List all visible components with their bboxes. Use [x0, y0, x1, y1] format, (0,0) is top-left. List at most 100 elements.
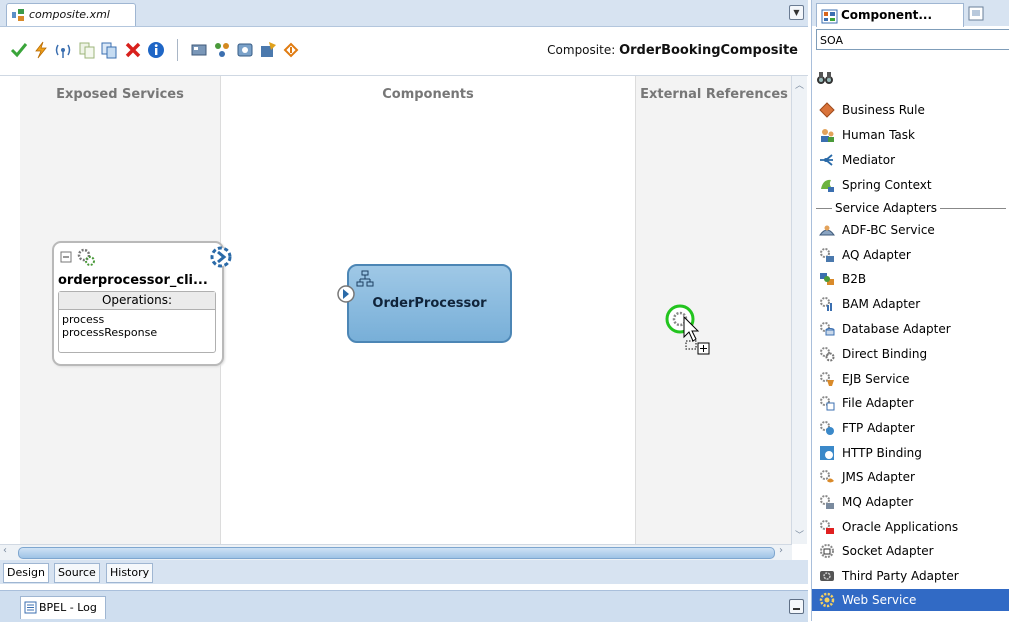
palette-item-label: ADF-BC Service: [842, 223, 935, 237]
info-icon[interactable]: [147, 41, 165, 59]
paste-doc-icon[interactable]: [100, 41, 118, 59]
b2b-icon: [820, 273, 834, 285]
external-references-title: External References: [640, 87, 788, 102]
toolbar-separator: [177, 39, 178, 61]
horizontal-scroll-thumb[interactable]: [18, 547, 775, 559]
palette-item-b2b[interactable]: B2B: [812, 268, 1009, 290]
palette-item-third-party-adapter[interactable]: Third Party Adapter: [812, 565, 1009, 587]
web-service-icon: [819, 592, 835, 608]
component-service-port-icon[interactable]: [336, 284, 356, 304]
composite-file-icon: [12, 9, 24, 21]
operation-item[interactable]: process: [62, 313, 104, 326]
socket-adapter-icon: [820, 544, 834, 558]
mediator-icon: [820, 154, 833, 166]
palette-item-label: Web Service: [842, 593, 917, 607]
palette-item-label: Socket Adapter: [842, 544, 934, 558]
editor-view-tabs: Design Source History: [0, 560, 808, 584]
palette-item-bam-adapter[interactable]: BAM Adapter: [812, 293, 1009, 315]
http-binding-icon: [820, 446, 834, 460]
collapse-icon[interactable]: [60, 251, 72, 263]
palette-item-label: B2B: [842, 272, 867, 286]
scroll-left-icon[interactable]: ‹: [3, 545, 7, 556]
tab-source[interactable]: Source: [54, 563, 100, 583]
palette-item-aq-adapter[interactable]: AQ Adapter: [812, 244, 1009, 266]
palette-item-mq-adapter[interactable]: MQ Adapter: [812, 491, 1009, 513]
palette-item-label: File Adapter: [842, 396, 914, 410]
palette-item-human-task[interactable]: Human Task: [812, 124, 1009, 146]
tool-2-icon[interactable]: [213, 41, 231, 59]
ftp-adapter-icon: [820, 421, 834, 435]
composite-prefix: Composite:: [547, 43, 616, 57]
scroll-down-icon[interactable]: ﹀: [795, 528, 804, 541]
palette-item-database-adapter[interactable]: Database Adapter: [812, 318, 1009, 340]
palette-category-select[interactable]: SOA: [816, 29, 1009, 50]
palette-item-file-adapter[interactable]: File Adapter: [812, 392, 1009, 414]
exposed-services-title: Exposed Services: [56, 87, 184, 102]
composite-xml-tab[interactable]: composite.xml: [6, 3, 136, 26]
tool-3-icon[interactable]: [236, 41, 254, 59]
component-palette: Component... SOA Business Rule Human Tas…: [811, 0, 1009, 621]
palette-item-jms-adapter[interactable]: JMS Adapter: [812, 466, 1009, 488]
canvas-vertical-scrollbar[interactable]: ︿ ﹀: [791, 76, 807, 544]
lightning-icon[interactable]: [32, 41, 50, 59]
wireless-icon[interactable]: [54, 41, 72, 59]
binoculars-search-icon[interactable]: [816, 69, 834, 87]
component-palette-tab[interactable]: Component...: [816, 3, 964, 27]
palette-item-label: BAM Adapter: [842, 297, 921, 311]
palette-item-label: FTP Adapter: [842, 421, 915, 435]
mq-adapter-icon: [820, 495, 834, 509]
tab-list-dropdown-icon[interactable]: ▼: [789, 5, 804, 20]
palette-item-http-binding[interactable]: HTTP Binding: [812, 442, 1009, 464]
bpel-process-icon: [356, 270, 374, 287]
palette-item-label: EJB Service: [842, 372, 910, 386]
palette-item-label: Human Task: [842, 128, 915, 142]
component-card[interactable]: OrderProcessor: [347, 264, 512, 343]
tab-history[interactable]: History: [106, 563, 154, 583]
palette-item-socket-adapter[interactable]: Socket Adapter: [812, 540, 1009, 562]
tool-1-icon[interactable]: [190, 41, 208, 59]
delete-x-icon[interactable]: [124, 41, 142, 59]
palette-item-oracle-applications[interactable]: Oracle Applications: [812, 516, 1009, 538]
palette-item-label: Third Party Adapter: [842, 569, 959, 583]
palette-item-spring-context[interactable]: Spring Context: [812, 174, 1009, 196]
operations-box: Operations: process processResponse: [58, 291, 216, 353]
log-panel-bar: BPEL - Log: [0, 590, 808, 622]
tool-5-icon[interactable]: [282, 41, 300, 59]
canvas-horizontal-scrollbar[interactable]: ‹ ›: [0, 544, 792, 560]
palette-item-ejb-service[interactable]: EJB Service: [812, 368, 1009, 390]
palette-item-business-rule[interactable]: Business Rule: [812, 99, 1009, 121]
palette-item-direct-binding[interactable]: Direct Binding: [812, 343, 1009, 365]
minimize-icon[interactable]: [789, 599, 804, 614]
ejb-service-icon: [820, 372, 834, 386]
resource-palette-tab-icon[interactable]: [968, 6, 984, 21]
tab-design[interactable]: Design: [3, 563, 49, 583]
palette-item-label: Oracle Applications: [842, 520, 959, 534]
operation-item[interactable]: processResponse: [62, 326, 157, 339]
palette-item-label: Business Rule: [842, 103, 925, 117]
editor-tab-label: composite.xml: [29, 8, 110, 21]
palette-item-label: Database Adapter: [842, 322, 951, 336]
palette-item-ftp-adapter[interactable]: FTP Adapter: [812, 417, 1009, 439]
third-party-adapter-icon: [820, 571, 834, 581]
component-palette-icon: [821, 9, 838, 24]
scroll-up-icon[interactable]: ︿: [795, 78, 804, 91]
component-name: OrderProcessor: [372, 296, 487, 311]
validate-check-icon[interactable]: [10, 41, 28, 59]
palette-item-label: AQ Adapter: [842, 248, 911, 262]
palette-item-web-service[interactable]: Web Service: [812, 589, 1009, 611]
aq-adapter-icon: [820, 248, 834, 262]
service-adapters-section-header[interactable]: Service Adapters: [812, 198, 1009, 218]
bpel-log-tab[interactable]: BPEL - Log: [20, 596, 106, 619]
palette-item-mediator[interactable]: Mediator: [812, 149, 1009, 171]
scroll-right-icon[interactable]: ›: [779, 545, 783, 556]
composite-toolbar: Composite: OrderBookingComposite: [0, 27, 808, 76]
palette-item-label: JMS Adapter: [842, 470, 915, 484]
service-card[interactable]: orderprocessor_cli... Operations: proces…: [52, 241, 224, 366]
bam-adapter-icon: [820, 297, 832, 311]
palette-item-adf-bc-service[interactable]: ADF-BC Service: [812, 219, 1009, 241]
copy-doc-icon[interactable]: [78, 41, 96, 59]
service-wire-handle-icon[interactable]: [209, 245, 233, 269]
database-adapter-icon: [820, 322, 835, 336]
tool-4-icon[interactable]: [259, 41, 277, 59]
components-title: Components: [382, 87, 474, 102]
